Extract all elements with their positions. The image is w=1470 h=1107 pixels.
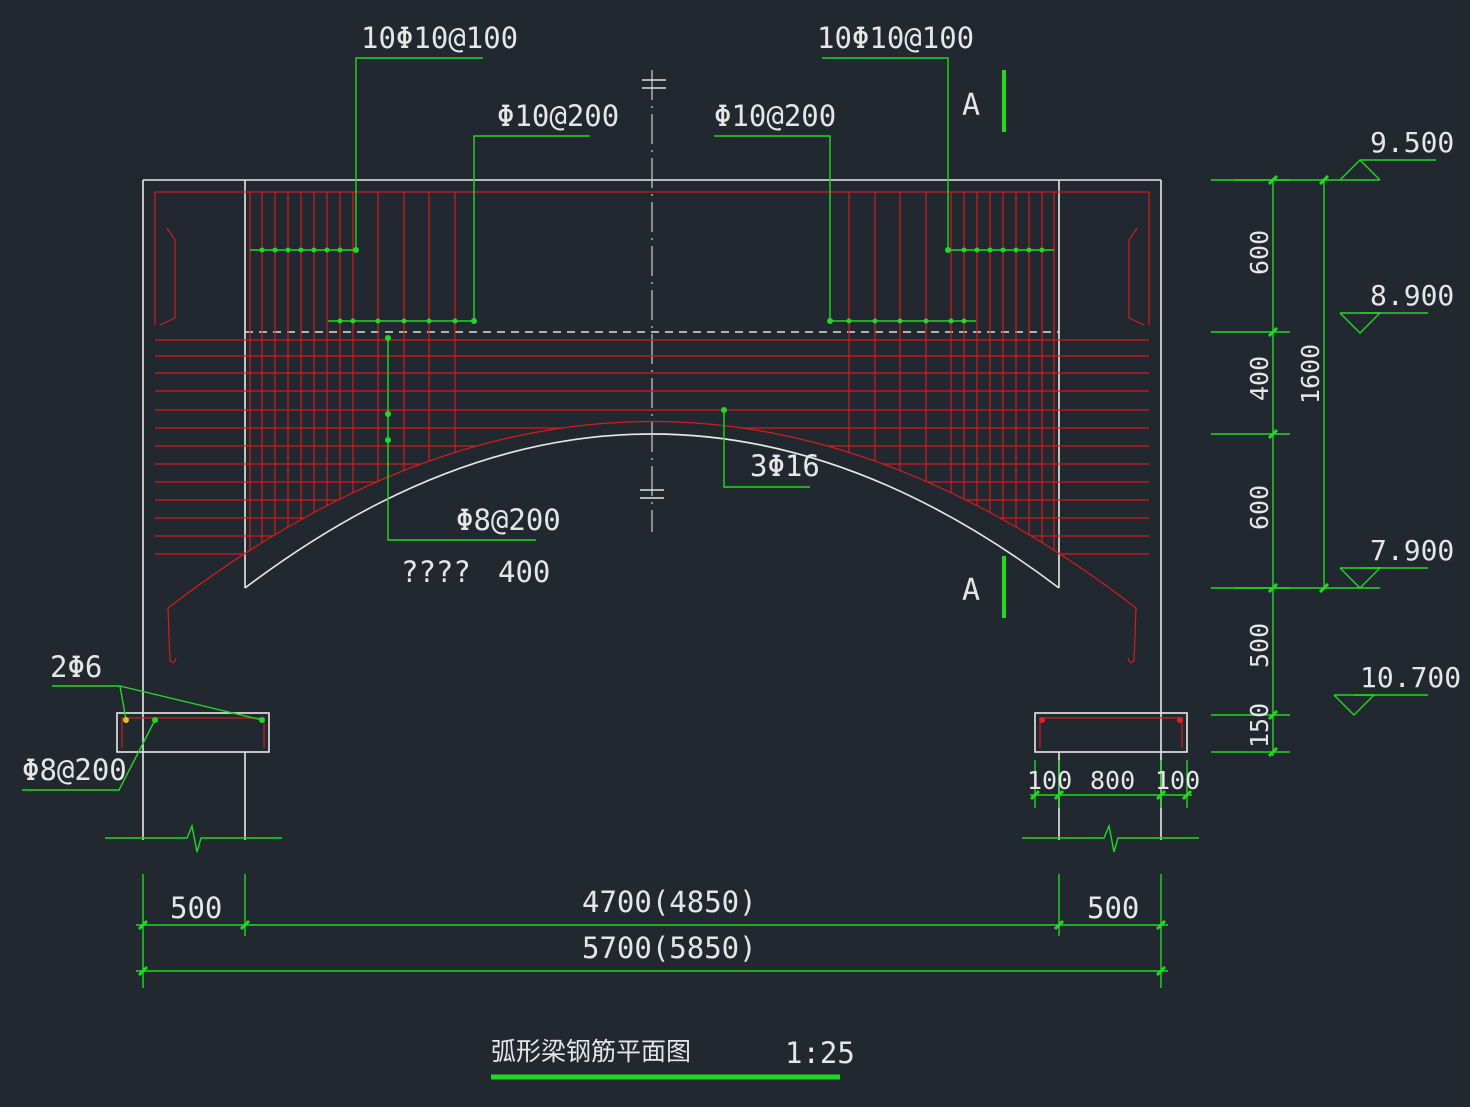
leader-dot	[385, 411, 391, 417]
leader-dot	[1013, 247, 1019, 253]
leader-dot	[1000, 247, 1006, 253]
leader-dot	[152, 717, 158, 723]
label-mid-left-stirrups: Φ10@200	[497, 99, 619, 133]
leader-dot	[375, 318, 381, 324]
leader-dot	[401, 318, 407, 324]
drawing-scale: 1:25	[785, 1036, 855, 1070]
elevation-markers	[1333, 159, 1436, 716]
hdim-right: 500	[1087, 891, 1139, 925]
leader-dot	[945, 247, 951, 253]
leader-dot	[872, 318, 878, 324]
elevation-1: 9.500	[1370, 126, 1454, 159]
leader-dot	[961, 318, 967, 324]
elevation-2: 8.900	[1370, 279, 1454, 312]
leader-dot	[974, 247, 980, 253]
elevation-3: 7.900	[1370, 534, 1454, 567]
leader-dot	[259, 247, 265, 253]
section-mark-top: A	[962, 88, 980, 123]
leader-dot	[923, 318, 929, 324]
leader-dot	[285, 247, 291, 253]
leader-dot	[846, 318, 852, 324]
leader-dot	[350, 318, 356, 324]
bar-dot	[1177, 717, 1183, 723]
vdim-4: 500	[1245, 623, 1274, 668]
leader-dot	[385, 437, 391, 443]
vertical-dimensions	[1211, 178, 1380, 756]
hdim-total: 5700(5850)	[582, 931, 757, 965]
leader-dot	[426, 318, 432, 324]
leader-dot	[721, 407, 727, 413]
labels: 10Φ10@100 10Φ10@100 Φ10@200 Φ10@200 3Φ16…	[22, 21, 1461, 1070]
hdim-left: 500	[170, 891, 222, 925]
vdim-3: 600	[1245, 485, 1274, 530]
label-web-bars: Φ8@200	[456, 503, 561, 537]
label-foot-stirrups: Φ8@200	[22, 753, 127, 787]
leader-dot	[452, 318, 458, 324]
center-line	[640, 70, 666, 532]
leader-dot	[827, 318, 833, 324]
vdim-5: 150	[1245, 703, 1274, 748]
leader-dot	[337, 318, 343, 324]
leader-dot	[272, 247, 278, 253]
foot-dim-1: 100	[1027, 766, 1072, 795]
leader-dot	[385, 335, 391, 341]
elevation-4: 10.700	[1360, 661, 1461, 694]
label-mid-right-stirrups: Φ10@200	[714, 99, 836, 133]
foot-dim-2: 800	[1090, 766, 1135, 795]
hdim-middle: 4700(4850)	[582, 885, 757, 919]
leader-dot	[948, 318, 954, 324]
leader-dot	[337, 247, 343, 253]
vdim-2: 400	[1245, 356, 1274, 401]
leader-dot	[324, 247, 330, 253]
cad-canvas[interactable]: { "drawing": { "title": "弧形梁钢筋平面图", "sca…	[0, 0, 1470, 1107]
drawing-title: 弧形梁钢筋平面图	[491, 1037, 691, 1066]
leader-dot	[353, 247, 359, 253]
bar-dot	[123, 717, 129, 723]
leader-dot	[471, 318, 477, 324]
vdim-1: 600	[1245, 230, 1274, 275]
foot-dim-3: 100	[1155, 766, 1200, 795]
label-top-right-stirrups: 10Φ10@100	[817, 21, 974, 55]
section-mark-bottom: A	[962, 573, 980, 608]
leader-dot	[987, 247, 993, 253]
leader-dot	[961, 247, 967, 253]
beam-rebar-plan: 10Φ10@100 10Φ10@100 Φ10@200 Φ10@200 3Φ16…	[22, 21, 1461, 1080]
leader-dot	[311, 247, 317, 253]
vdim-total: 1600	[1296, 344, 1325, 404]
leader-dot	[1026, 247, 1032, 253]
label-main-bars: 3Φ16	[750, 449, 820, 483]
dimension-ticks	[137, 174, 1330, 977]
label-top-left-stirrups: 10Φ10@100	[361, 21, 518, 55]
bar-dot	[1039, 717, 1045, 723]
leader-dot	[1039, 247, 1045, 253]
leader-dot	[298, 247, 304, 253]
label-foot-bars: 2Φ6	[50, 650, 102, 684]
label-unknown-text: ????	[401, 555, 471, 589]
leader-dots	[123, 247, 1183, 723]
leader-dot	[897, 318, 903, 324]
label-web-spacing: 400	[498, 555, 550, 589]
leader-dot	[259, 717, 265, 723]
